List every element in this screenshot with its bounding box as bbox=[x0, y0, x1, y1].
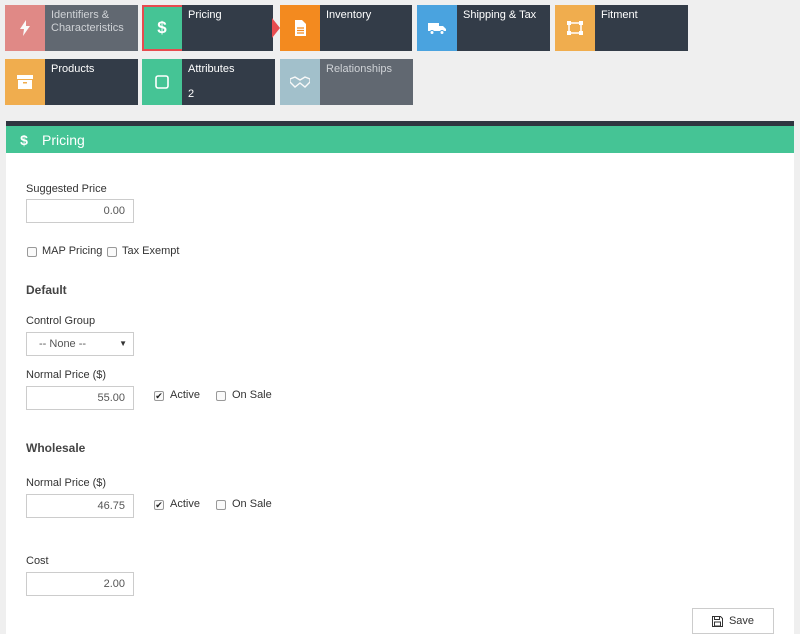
dollar-icon: $ bbox=[20, 131, 28, 148]
tab-label: Inventory bbox=[320, 5, 412, 51]
default-normal-price-label: Normal Price ($) bbox=[26, 369, 107, 381]
archive-icon bbox=[5, 59, 45, 105]
save-icon bbox=[711, 615, 723, 627]
tab-label: Identifiers & Characteristics bbox=[45, 5, 138, 51]
dollar-icon: $ bbox=[142, 5, 182, 51]
tab-fitment[interactable]: Fitment bbox=[555, 5, 688, 51]
square-icon bbox=[142, 59, 182, 105]
bolt-icon bbox=[5, 5, 45, 51]
default-on-sale-checkbox[interactable] bbox=[216, 391, 226, 401]
map-pricing-checkbox[interactable] bbox=[27, 247, 37, 257]
wholesale-normal-price-input[interactable]: 46.75 bbox=[26, 494, 134, 518]
tab-label: Fitment bbox=[595, 5, 688, 51]
tab-label: Shipping & Tax bbox=[457, 5, 550, 51]
tab-relationships[interactable]: Relationships bbox=[280, 59, 413, 105]
wholesale-normal-price-label: Normal Price ($) bbox=[26, 477, 107, 489]
map-pricing-label: MAP Pricing bbox=[42, 245, 103, 257]
save-button[interactable]: Save bbox=[692, 608, 774, 634]
tab-inventory[interactable]: Inventory bbox=[280, 5, 412, 51]
control-group-value: -- None -- bbox=[39, 338, 87, 350]
handshake-icon bbox=[280, 59, 320, 105]
default-normal-price-input[interactable]: 55.00 bbox=[26, 386, 134, 410]
tab-products[interactable]: Products bbox=[5, 59, 138, 105]
suggested-price-input[interactable]: 0.00 bbox=[26, 199, 134, 223]
save-label: Save bbox=[728, 615, 755, 627]
tab-label: Relationships bbox=[320, 59, 413, 105]
wholesale-heading: Wholesale bbox=[26, 441, 86, 455]
cost-label: Cost bbox=[26, 555, 49, 567]
tab-label: Pricing bbox=[182, 5, 273, 51]
tax-exempt-checkbox[interactable] bbox=[107, 247, 117, 257]
tab-pricing[interactable]: $ Pricing bbox=[142, 5, 280, 51]
caret-down-icon: ▼ bbox=[119, 339, 127, 348]
wholesale-on-sale-checkbox[interactable] bbox=[216, 500, 226, 510]
attributes-count: 2 bbox=[188, 88, 195, 100]
default-heading: Default bbox=[26, 283, 67, 297]
cost-input[interactable]: 2.00 bbox=[26, 572, 134, 596]
pricing-panel: $ Pricing Suggested Price 0.00 MAP Prici… bbox=[6, 121, 794, 634]
tab-shipping-tax[interactable]: Shipping & Tax bbox=[417, 5, 550, 51]
default-active-label: Active bbox=[170, 389, 200, 401]
default-on-sale-label: On Sale bbox=[232, 389, 272, 401]
tab-identifiers[interactable]: Identifiers & Characteristics bbox=[5, 5, 138, 51]
panel-header: $ Pricing bbox=[6, 126, 794, 153]
panel-title: Pricing bbox=[42, 131, 85, 148]
document-icon bbox=[280, 5, 320, 51]
tab-label: Products bbox=[45, 59, 138, 105]
tax-exempt-label: Tax Exempt bbox=[122, 245, 180, 257]
control-group-select[interactable]: -- None -- ▼ bbox=[26, 332, 134, 356]
truck-icon bbox=[417, 5, 457, 51]
wholesale-active-checkbox[interactable]: ✔ bbox=[154, 500, 164, 510]
tab-label: Attributes bbox=[188, 63, 235, 75]
suggested-price-label: Suggested Price bbox=[26, 183, 107, 195]
control-group-label: Control Group bbox=[26, 315, 96, 327]
wholesale-active-label: Active bbox=[170, 498, 200, 510]
tab-attributes[interactable]: Attributes 2 bbox=[142, 59, 275, 105]
wholesale-on-sale-label: On Sale bbox=[232, 498, 272, 510]
tab-attributes-content: Attributes 2 bbox=[182, 59, 275, 105]
fitment-icon bbox=[555, 5, 595, 51]
default-active-checkbox[interactable]: ✔ bbox=[154, 391, 164, 401]
